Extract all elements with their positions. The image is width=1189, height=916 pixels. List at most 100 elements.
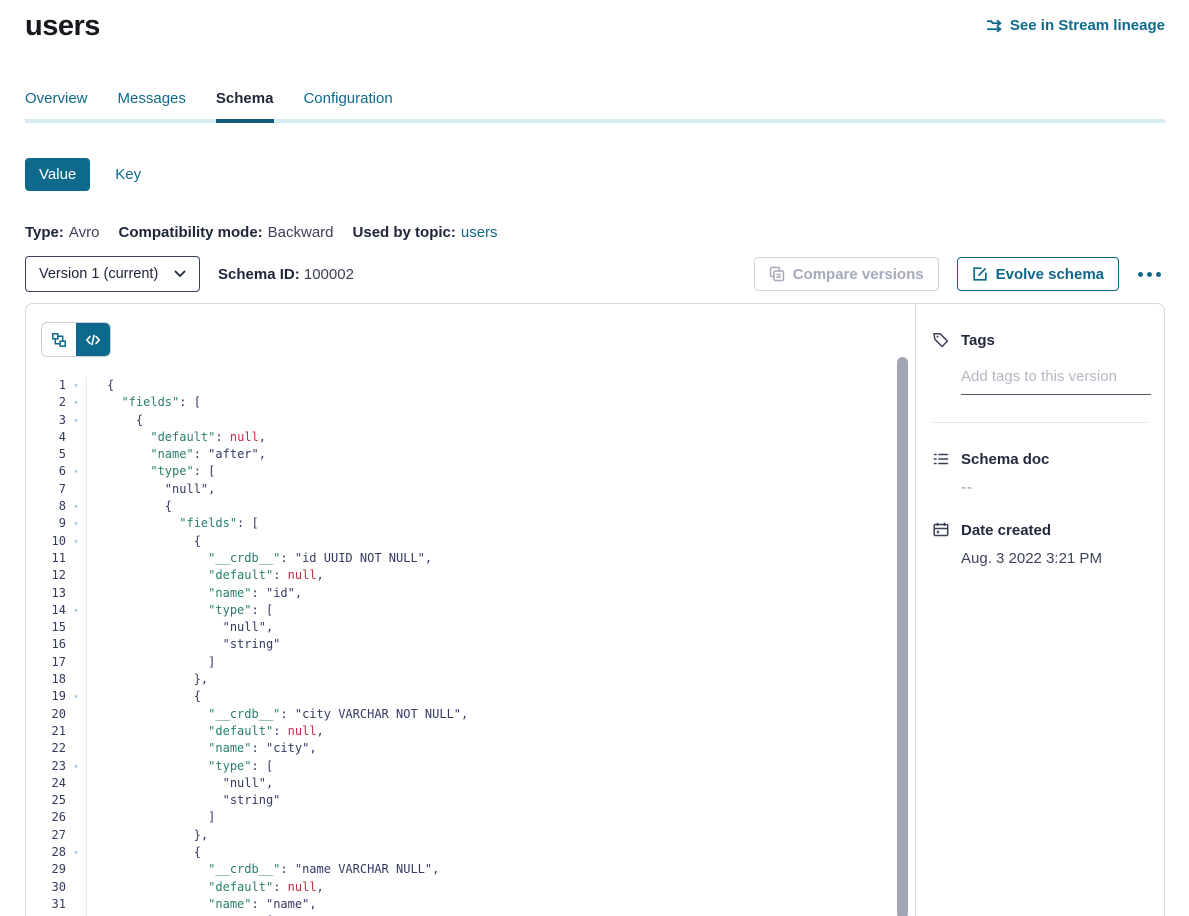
code-text: }, bbox=[86, 827, 915, 844]
code-line: 29 "__crdb__": "name VARCHAR NULL", bbox=[26, 861, 915, 878]
fold-spacer bbox=[66, 827, 86, 844]
schema-meta: Type: Avro Compatibility mode: Backward … bbox=[25, 224, 1165, 241]
sidebar-divider bbox=[932, 422, 1148, 423]
code-text: "string" bbox=[86, 636, 915, 653]
code-text: "__crdb__": "name VARCHAR NULL", bbox=[86, 861, 915, 878]
schema-doc-section: Schema doc -- bbox=[932, 450, 1148, 496]
line-number: 24 bbox=[26, 775, 66, 792]
fold-chevron-icon[interactable]: ▾ bbox=[66, 602, 86, 619]
tree-view-icon bbox=[51, 332, 67, 348]
line-number: 3 bbox=[26, 412, 66, 429]
date-created-title: Date created bbox=[961, 522, 1051, 539]
key-toggle-link[interactable]: Key bbox=[115, 166, 141, 183]
code-line: 26 ] bbox=[26, 809, 915, 826]
code-line: 28▾ { bbox=[26, 844, 915, 861]
line-number: 21 bbox=[26, 723, 66, 740]
view-mode-toggle bbox=[41, 322, 111, 357]
code-line: 27 }, bbox=[26, 827, 915, 844]
fold-spacer bbox=[66, 619, 86, 636]
active-tab-indicator bbox=[216, 119, 274, 123]
stream-lineage-label: See in Stream lineage bbox=[1010, 17, 1165, 34]
stream-lineage-link[interactable]: See in Stream lineage bbox=[986, 17, 1165, 34]
code-text: "null", bbox=[86, 775, 915, 792]
tree-view-button[interactable] bbox=[42, 323, 76, 356]
line-number: 16 bbox=[26, 636, 66, 653]
fold-chevron-icon[interactable]: ▾ bbox=[66, 515, 86, 532]
code-text: "__crdb__": "city VARCHAR NOT NULL", bbox=[86, 706, 915, 723]
code-line: 12 "default": null, bbox=[26, 567, 915, 584]
fold-spacer bbox=[66, 429, 86, 446]
line-number: 5 bbox=[26, 446, 66, 463]
fold-spacer bbox=[66, 654, 86, 671]
schema-panel: 1▾{2▾ "fields": [3▾ {4 "default": null,5… bbox=[25, 303, 1165, 916]
line-number: 14 bbox=[26, 602, 66, 619]
line-number: 4 bbox=[26, 429, 66, 446]
line-number: 12 bbox=[26, 567, 66, 584]
more-options-icon bbox=[1156, 272, 1161, 277]
code-text: "default": null, bbox=[86, 429, 915, 446]
code-text: "null", bbox=[86, 619, 915, 636]
line-number: 31 bbox=[26, 896, 66, 913]
fold-chevron-icon[interactable]: ▾ bbox=[66, 498, 86, 515]
edit-square-icon bbox=[972, 266, 988, 282]
code-line: 10▾ { bbox=[26, 533, 915, 550]
more-options-button[interactable] bbox=[1134, 266, 1165, 283]
used-by-topic-link[interactable]: users bbox=[461, 224, 498, 241]
fold-chevron-icon[interactable]: ▾ bbox=[66, 394, 86, 411]
value-toggle-button[interactable]: Value bbox=[25, 158, 90, 191]
code-line: 16 "string" bbox=[26, 636, 915, 653]
fold-spacer bbox=[66, 481, 86, 498]
fold-chevron-icon[interactable]: ▾ bbox=[66, 844, 86, 861]
fold-chevron-icon[interactable]: ▾ bbox=[66, 412, 86, 429]
fold-spacer bbox=[66, 706, 86, 723]
fold-spacer bbox=[66, 723, 86, 740]
fold-chevron-icon[interactable]: ▾ bbox=[66, 533, 86, 550]
code-text: { bbox=[86, 688, 915, 705]
code-line: 23▾ "type": [ bbox=[26, 758, 915, 775]
page-header: users See in Stream lineage bbox=[25, 0, 1165, 43]
fold-spacer bbox=[66, 550, 86, 567]
tab-schema[interactable]: Schema bbox=[216, 90, 274, 119]
tag-icon bbox=[932, 331, 950, 349]
fold-spacer bbox=[66, 446, 86, 463]
version-select[interactable]: Version 1 (current) bbox=[25, 256, 200, 292]
line-number: 22 bbox=[26, 740, 66, 757]
fold-spacer bbox=[66, 809, 86, 826]
fold-spacer bbox=[66, 740, 86, 757]
code-line: 19▾ { bbox=[26, 688, 915, 705]
code-text: { bbox=[86, 377, 915, 394]
tags-section-header: Tags bbox=[932, 331, 1148, 349]
copy-versions-icon bbox=[769, 266, 785, 282]
fold-chevron-icon[interactable]: ▾ bbox=[66, 688, 86, 705]
fold-chevron-icon[interactable]: ▾ bbox=[66, 758, 86, 775]
line-number: 9 bbox=[26, 515, 66, 532]
code-line: 17 ] bbox=[26, 654, 915, 671]
code-text: "name": "after", bbox=[86, 446, 915, 463]
code-line: 4 "default": null, bbox=[26, 429, 915, 446]
code-line: 9▾ "fields": [ bbox=[26, 515, 915, 532]
code-text: "default": null, bbox=[86, 879, 915, 896]
compare-versions-button[interactable]: Compare versions bbox=[754, 257, 939, 291]
line-number: 15 bbox=[26, 619, 66, 636]
schema-id-label: Schema ID: bbox=[218, 266, 300, 283]
tab-overview[interactable]: Overview bbox=[25, 90, 88, 119]
code-line: 7 "null", bbox=[26, 481, 915, 498]
fold-spacer bbox=[66, 636, 86, 653]
add-tags-input[interactable] bbox=[961, 368, 1151, 395]
line-number: 7 bbox=[26, 481, 66, 498]
code-text: "__crdb__": "id UUID NOT NULL", bbox=[86, 550, 915, 567]
schema-doc-header: Schema doc bbox=[932, 450, 1148, 468]
line-number: 19 bbox=[26, 688, 66, 705]
code-line: 2▾ "fields": [ bbox=[26, 394, 915, 411]
line-number: 20 bbox=[26, 706, 66, 723]
vertical-scrollbar-thumb[interactable] bbox=[897, 357, 908, 916]
fold-chevron-icon[interactable]: ▾ bbox=[66, 377, 86, 394]
tab-configuration[interactable]: Configuration bbox=[303, 90, 392, 119]
code-line: 13 "name": "id", bbox=[26, 585, 915, 602]
code-text: { bbox=[86, 844, 915, 861]
evolve-schema-button[interactable]: Evolve schema bbox=[957, 257, 1119, 291]
tab-messages[interactable]: Messages bbox=[118, 90, 186, 119]
chevron-down-icon bbox=[174, 270, 186, 278]
code-view-button[interactable] bbox=[76, 323, 110, 356]
fold-chevron-icon[interactable]: ▾ bbox=[66, 463, 86, 480]
